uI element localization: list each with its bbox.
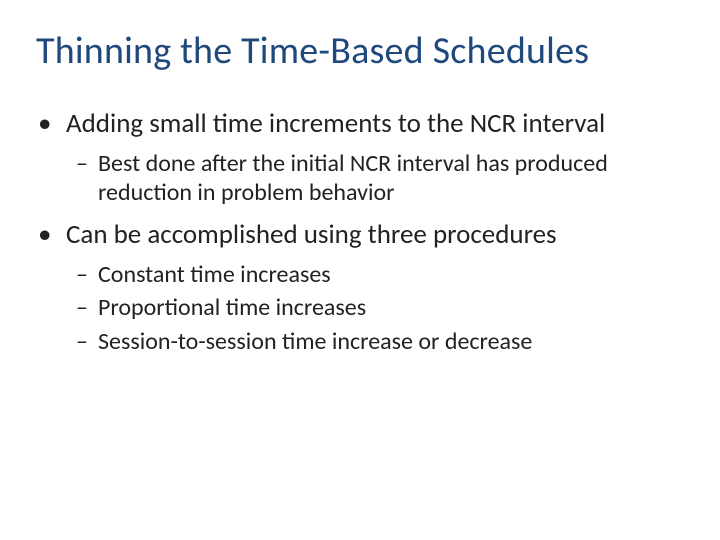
slide: Thinning the Time-Based Schedules • Addi… bbox=[0, 0, 720, 540]
bullet-dash-icon: – bbox=[76, 293, 98, 322]
slide-title: Thinning the Time-Based Schedules bbox=[36, 30, 684, 74]
bullet-level2: – Constant time increases bbox=[76, 260, 684, 289]
bullet-level2: – Best done after the initial NCR interv… bbox=[76, 149, 684, 208]
bullet-text: Session-to-session time increase or decr… bbox=[98, 327, 684, 356]
bullet-dash-icon: – bbox=[76, 149, 98, 208]
bullet-dash-icon: – bbox=[76, 260, 98, 289]
slide-body: • Adding small time increments to the NC… bbox=[36, 108, 684, 356]
bullet-text: Constant time increases bbox=[98, 260, 684, 289]
bullet-text: Can be accomplished using three procedur… bbox=[66, 219, 684, 252]
bullet-dot-icon: • bbox=[36, 108, 66, 141]
bullet-level1: • Adding small time increments to the NC… bbox=[36, 108, 684, 141]
bullet-text: Best done after the initial NCR interval… bbox=[98, 149, 684, 208]
bullet-level2: – Proportional time increases bbox=[76, 293, 684, 322]
bullet-dot-icon: • bbox=[36, 219, 66, 252]
bullet-dash-icon: – bbox=[76, 327, 98, 356]
bullet-level1: • Can be accomplished using three proced… bbox=[36, 219, 684, 252]
bullet-text: Adding small time increments to the NCR … bbox=[66, 108, 684, 141]
bullet-level2: – Session-to-session time increase or de… bbox=[76, 327, 684, 356]
bullet-text: Proportional time increases bbox=[98, 293, 684, 322]
